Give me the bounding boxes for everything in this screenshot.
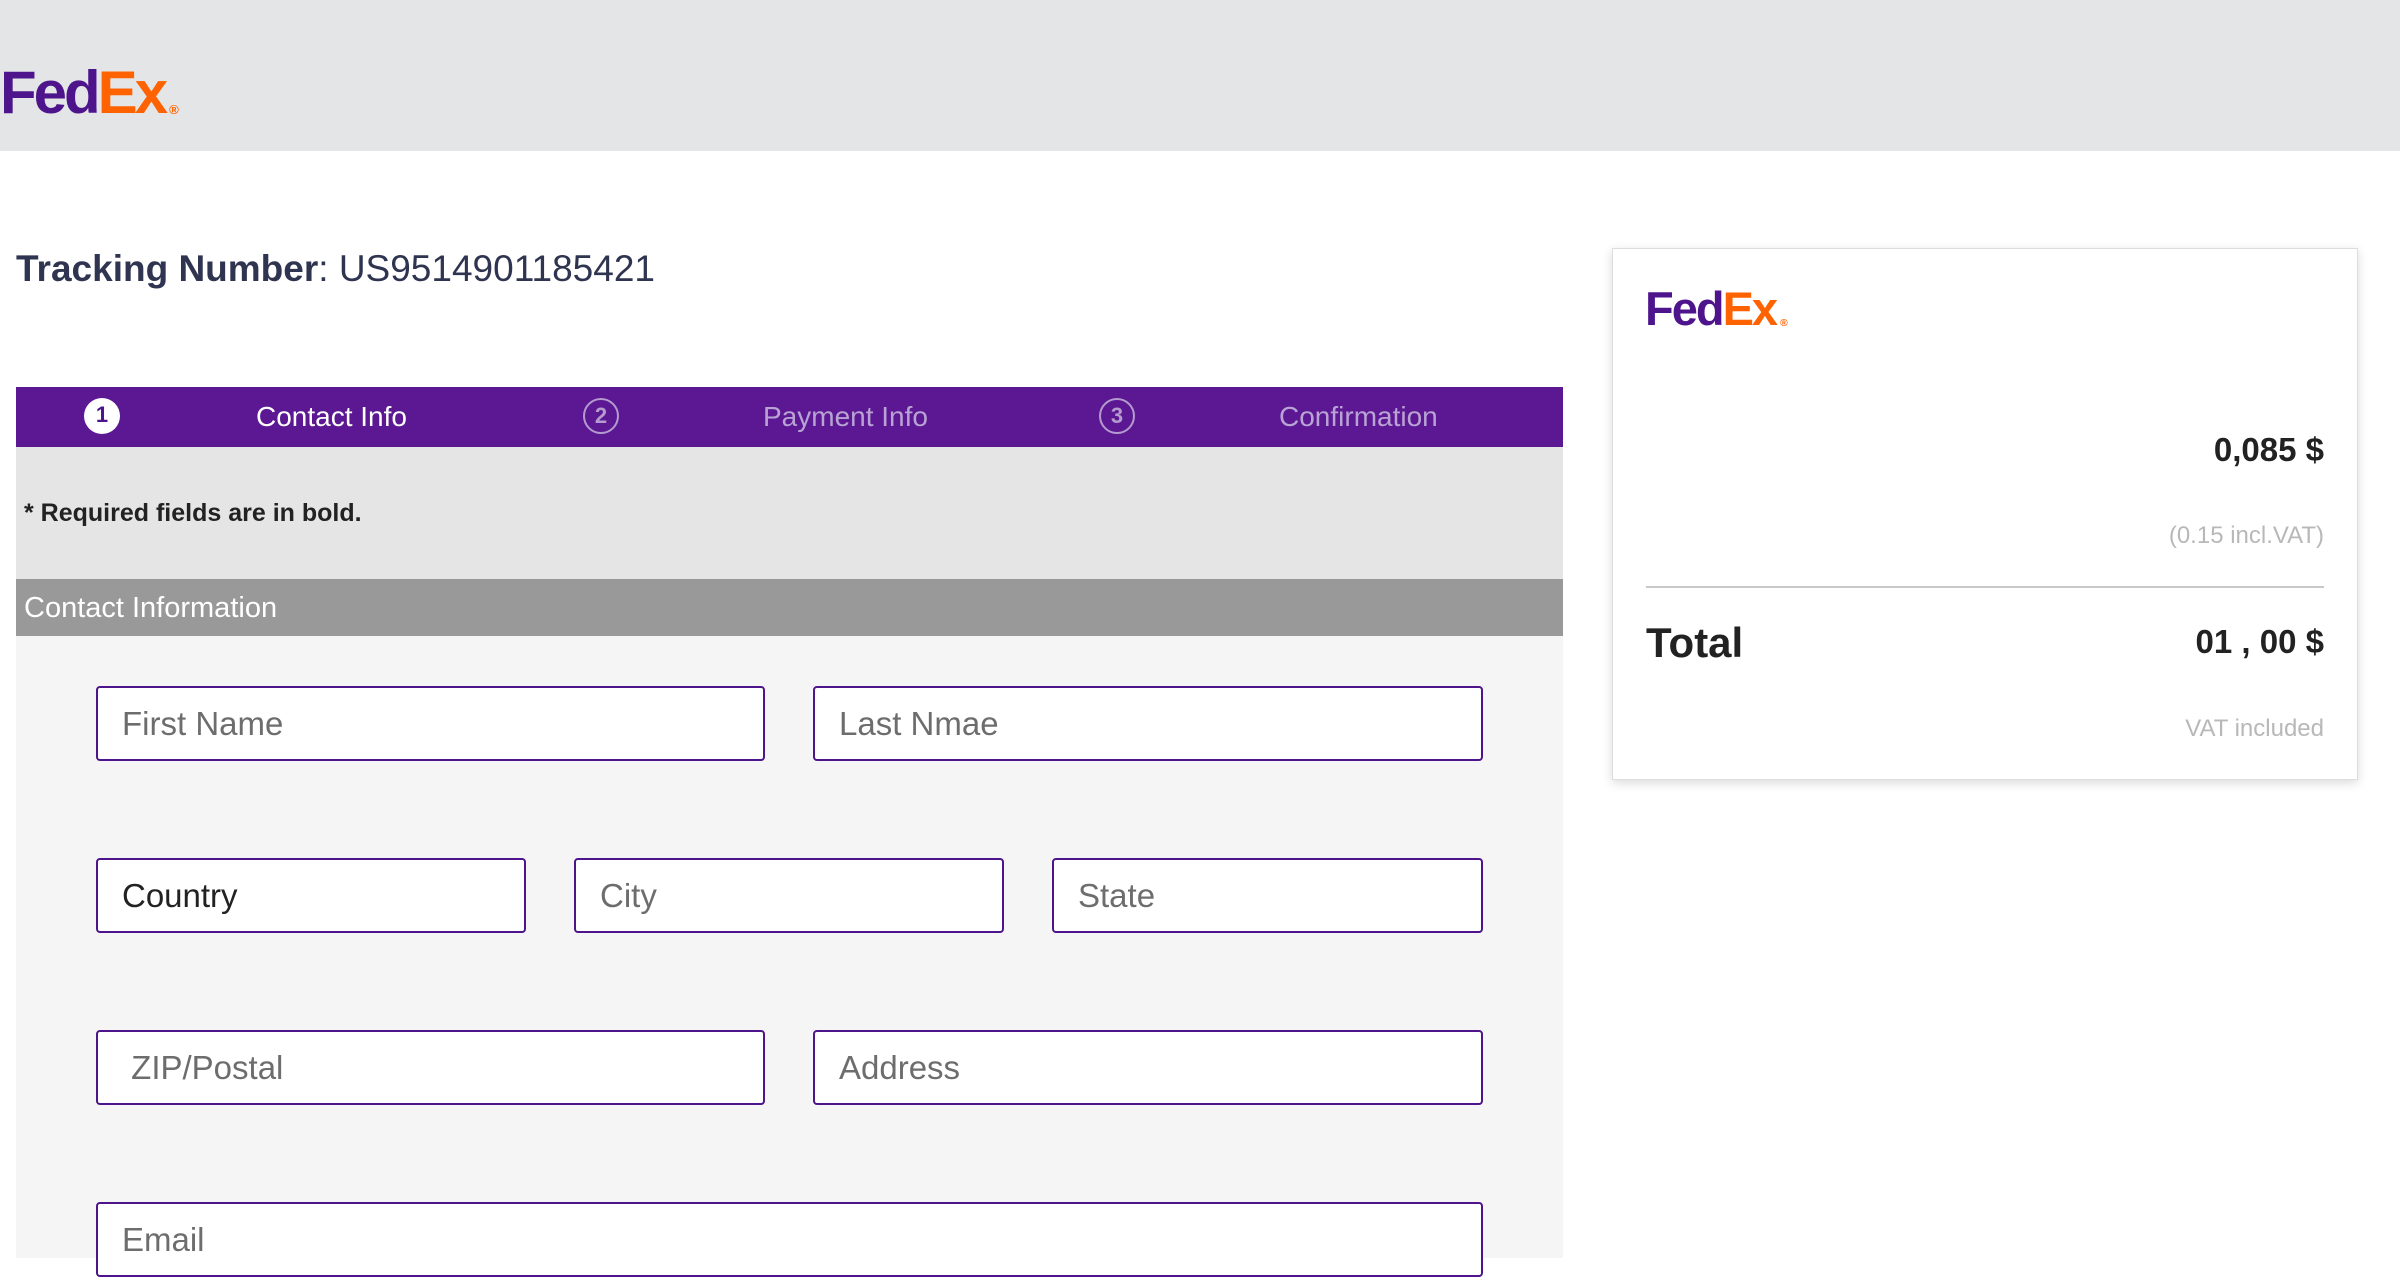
checkout-steps: 1 Contact Info 2 Payment Info 3 Confirma… xyxy=(16,387,1563,447)
contact-form xyxy=(16,636,1563,1277)
step-3-number: 3 xyxy=(1099,398,1135,434)
address-input[interactable] xyxy=(813,1030,1483,1105)
tracking-separator: : xyxy=(318,248,339,289)
step-contact-info[interactable]: Contact Info xyxy=(256,401,407,433)
first-name-input[interactable] xyxy=(96,686,765,761)
tracking-number: Tracking Number: US9514901185421 xyxy=(16,248,655,290)
summary-divider xyxy=(1646,586,2324,588)
required-fields-note: * Required fields are in bold. xyxy=(24,499,362,527)
fedex-logo[interactable]: FedEx ® xyxy=(0,63,179,123)
step-confirmation[interactable]: Confirmation xyxy=(1279,401,1438,433)
email-input[interactable] xyxy=(96,1202,1483,1277)
fedex-card-logo: FedEx ® xyxy=(1645,282,1788,335)
step-1-number: 1 xyxy=(84,398,120,434)
contact-section-header: Contact Information xyxy=(16,579,1563,636)
top-header-bar: FedEx ® xyxy=(0,0,2400,151)
order-summary-card: FedEx ® 0,085 $ (0.15 incl.VAT) Total 01 … xyxy=(1612,248,2358,780)
section-title: Contact Information xyxy=(24,592,278,624)
tracking-label: Tracking Number xyxy=(16,248,319,289)
zip-postal-input[interactable] xyxy=(96,1030,765,1105)
state-input[interactable] xyxy=(1052,858,1483,933)
total-label: Total xyxy=(1646,619,1744,666)
shipping-price: 0,085 $ xyxy=(2213,431,2324,468)
vat-included-note: VAT included xyxy=(2185,715,2324,742)
last-name-input[interactable] xyxy=(813,686,1483,761)
vat-note: (0.15 incl.VAT) xyxy=(2168,522,2324,549)
city-input[interactable] xyxy=(574,858,1004,933)
step-payment-info[interactable]: Payment Info xyxy=(763,401,928,433)
required-note-panel: * Required fields are in bold. xyxy=(16,447,1563,579)
step-2-number: 2 xyxy=(583,398,619,434)
tracking-value: US9514901185421 xyxy=(338,248,655,289)
total-value: 01 , 00 $ xyxy=(2195,623,2324,660)
country-input[interactable] xyxy=(96,858,526,933)
